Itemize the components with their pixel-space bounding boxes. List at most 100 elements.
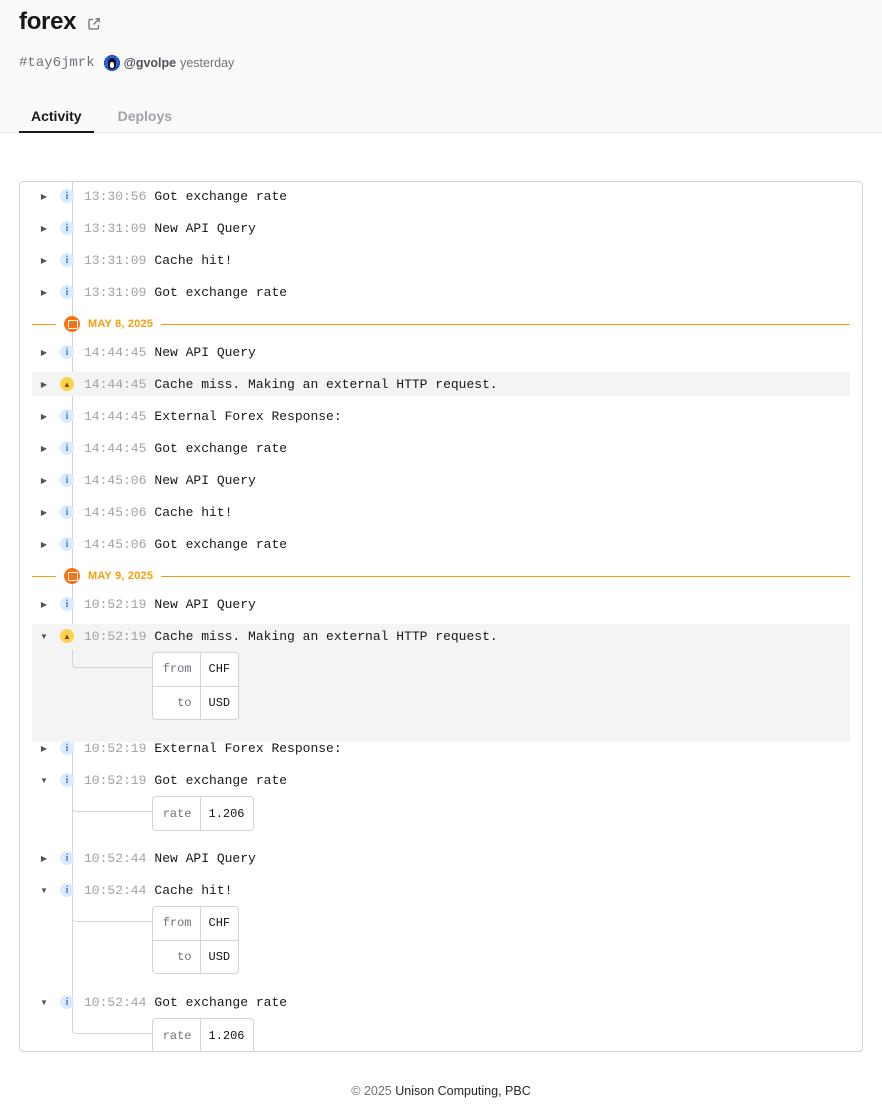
date-divider-line	[161, 323, 850, 325]
log-message: New API Query	[154, 344, 256, 360]
date-divider-line	[32, 323, 56, 325]
date-label: MAY 9, 2025	[88, 570, 154, 582]
log-message: New API Query	[154, 220, 256, 236]
avatar[interactable]	[103, 55, 120, 71]
info-icon: i	[60, 597, 74, 611]
log-message: Got exchange rate	[154, 772, 288, 788]
log-time: 14:44:45	[84, 408, 147, 424]
user-handle[interactable]: @gvolpe	[124, 56, 176, 70]
log-entry[interactable]: ▶ i 14:44:45 External Forex Response:	[32, 404, 850, 428]
field-key: from	[153, 907, 201, 940]
tab-activity[interactable]: Activity	[19, 98, 94, 133]
log-message: Got exchange rate	[154, 994, 288, 1010]
field-table: rate 1.206	[152, 796, 254, 831]
timestamp: yesterday	[180, 56, 235, 70]
caret-right-icon[interactable]: ▶	[32, 476, 56, 485]
log-time: 10:52:44	[84, 850, 147, 866]
log-time: 13:31:09	[84, 252, 147, 268]
field-value: CHF	[208, 916, 231, 931]
info-icon: i	[60, 537, 74, 551]
field-table: rate 1.206	[152, 1018, 254, 1051]
log-entry[interactable]: ▶ i 13:31:09 Cache hit!	[32, 248, 850, 272]
log-message: Got exchange rate	[154, 440, 288, 456]
log-entry[interactable]: ▼ i 10:52:44 Got exchange rate	[32, 990, 850, 1014]
project-header: forex #tay6jmrk @gvolpe yesterday Activi…	[0, 0, 882, 133]
field-key: rate	[153, 1019, 201, 1051]
company-link[interactable]: Unison Computing, PBC	[395, 1084, 530, 1098]
log-entry[interactable]: ▶ i 10:52:19 External Forex Response:	[32, 736, 850, 760]
caret-right-icon[interactable]: ▶	[32, 854, 56, 863]
detail-connector	[72, 794, 152, 812]
caret-right-icon[interactable]: ▶	[32, 348, 56, 357]
log-time: 13:31:09	[84, 220, 147, 236]
caret-right-icon[interactable]: ▶	[32, 744, 56, 753]
external-link-icon[interactable]	[87, 17, 101, 31]
caret-down-icon[interactable]: ▼	[32, 886, 56, 895]
field-row: to USD	[153, 685, 239, 719]
caret-right-icon[interactable]: ▶	[32, 412, 56, 421]
log-entry[interactable]: ▶ ▲ 14:44:45 Cache miss. Making an external…	[32, 372, 850, 396]
log-message: External Forex Response:	[154, 740, 342, 756]
log-entry[interactable]: ▼ i 10:52:19 Got exchange rate	[32, 768, 850, 792]
date-divider-line	[32, 575, 56, 577]
log-time: 14:45:06	[84, 536, 147, 552]
project-meta: #tay6jmrk @gvolpe yesterday	[19, 55, 234, 71]
log-entry[interactable]: ▶ i 14:44:45 Got exchange rate	[32, 436, 850, 460]
caret-right-icon[interactable]: ▶	[32, 444, 56, 453]
caret-right-icon[interactable]: ▶	[32, 224, 56, 233]
log-message: New API Query	[154, 472, 256, 488]
log-time: 10:52:19	[84, 596, 147, 612]
log-entry[interactable]: ▶ i 13:30:56 Got exchange rate	[32, 184, 850, 208]
footer: © 2025 Unison Computing, PBC	[0, 1084, 882, 1098]
caret-down-icon[interactable]: ▼	[32, 632, 56, 641]
tab-deploys[interactable]: Deploys	[94, 98, 184, 133]
date-separator: MAY 8, 2025	[32, 315, 850, 333]
info-icon: i	[60, 473, 74, 487]
caret-right-icon[interactable]: ▶	[32, 540, 56, 549]
caret-right-icon[interactable]: ▶	[32, 288, 56, 297]
log-entry[interactable]: ▶ i 14:45:06 Cache hit!	[32, 500, 850, 524]
log-time: 10:52:19	[84, 740, 147, 756]
field-value: CHF	[208, 662, 231, 677]
log-entry[interactable]: ▶ i 14:45:06 New API Query	[32, 468, 850, 492]
info-icon: i	[60, 441, 74, 455]
log-entry[interactable]: ▼ i 10:52:44 Cache hit!	[32, 878, 850, 902]
log-message: Cache miss. Making an external HTTP requ…	[154, 376, 498, 392]
detail-connector	[72, 650, 152, 668]
field-key: from	[153, 653, 201, 686]
caret-down-icon[interactable]: ▼	[32, 998, 56, 1007]
log-time: 14:44:45	[84, 376, 147, 392]
info-icon: i	[60, 995, 74, 1009]
warning-icon: ▲	[60, 629, 74, 643]
field-row: rate 1.206	[153, 797, 253, 830]
log-entry[interactable]: ▶ i 13:31:09 New API Query	[32, 216, 850, 240]
warning-icon: ▲	[60, 377, 74, 391]
info-icon: i	[60, 285, 74, 299]
detail-connector	[72, 1016, 152, 1034]
log-message: Cache hit!	[154, 504, 233, 520]
field-table: from CHF to USD	[152, 652, 240, 720]
log-entry[interactable]: ▶ i 10:52:44 New API Query	[32, 846, 850, 870]
log-entry[interactable]: ▶ i 10:52:19 New API Query	[32, 592, 850, 616]
field-row: from CHF	[153, 907, 238, 940]
title-row: forex	[19, 8, 101, 36]
caret-right-icon[interactable]: ▶	[32, 256, 56, 265]
log-time: 14:45:06	[84, 504, 147, 520]
log-entry[interactable]: ▼ ▲ 10:52:19 Cache miss. Making an external…	[32, 624, 850, 648]
detail-connector	[72, 904, 152, 922]
caret-right-icon[interactable]: ▶	[32, 508, 56, 517]
field-value: USD	[200, 939, 239, 973]
caret-right-icon[interactable]: ▶	[32, 600, 56, 609]
info-icon: i	[60, 741, 74, 755]
log-entry[interactable]: ▶ i 14:45:06 Got exchange rate	[32, 532, 850, 556]
log-entry[interactable]: ▶ i 13:31:09 Got exchange rate	[32, 280, 850, 304]
caret-right-icon[interactable]: ▶	[32, 192, 56, 201]
project-title: forex	[19, 8, 77, 35]
caret-down-icon[interactable]: ▼	[32, 776, 56, 785]
info-icon: i	[60, 345, 74, 359]
info-icon: i	[60, 189, 74, 203]
log-entry[interactable]: ▶ i 14:44:45 New API Query	[32, 340, 850, 364]
caret-right-icon[interactable]: ▶	[32, 380, 56, 389]
field-row: to USD	[153, 939, 239, 973]
field-value: 1.206	[208, 806, 245, 821]
